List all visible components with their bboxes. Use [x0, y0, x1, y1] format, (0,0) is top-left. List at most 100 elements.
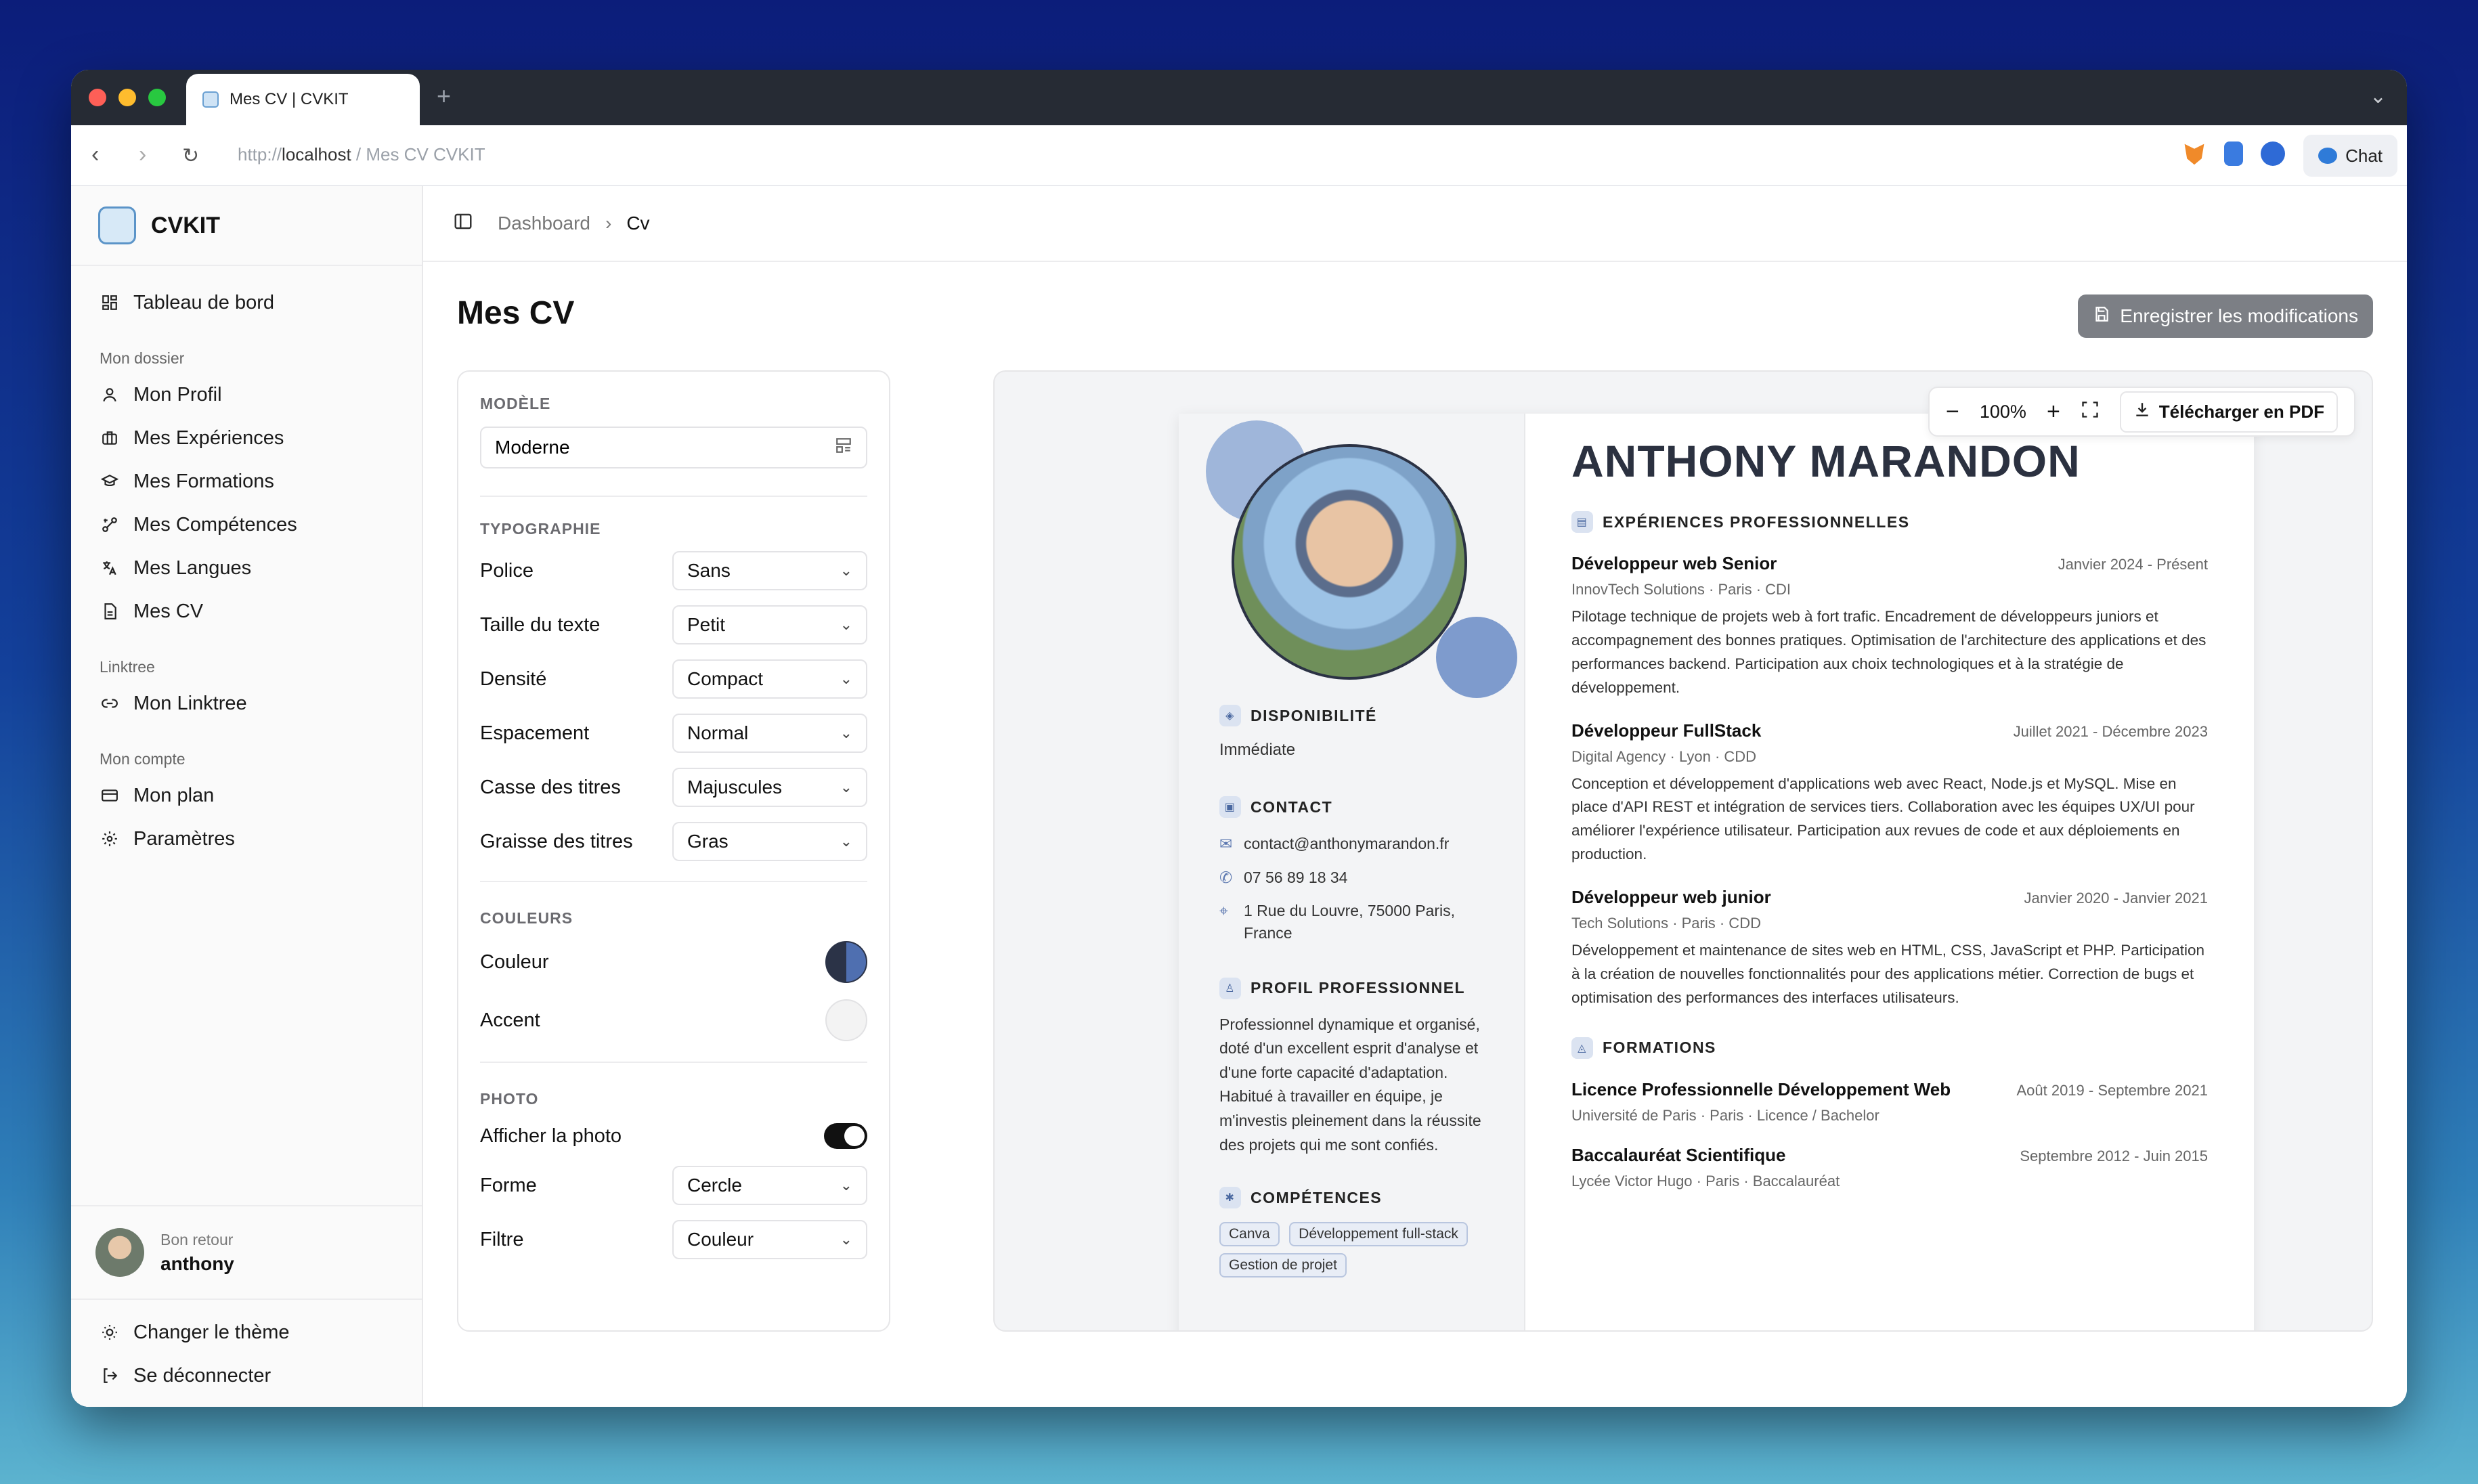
fullscreen-icon[interactable]: [2081, 400, 2100, 424]
show-photo-toggle[interactable]: [824, 1123, 867, 1149]
new-tab-icon[interactable]: +: [437, 82, 451, 110]
breadcrumb-dashboard[interactable]: Dashboard: [498, 213, 590, 234]
credit-card-icon: [100, 785, 120, 806]
sidebar-item-profile[interactable]: Mon Profil: [71, 373, 422, 416]
reload-icon[interactable]: ↻: [182, 144, 199, 168]
logout-button[interactable]: Se déconnecter: [71, 1354, 422, 1397]
shape-select[interactable]: Cercle ⌄: [672, 1166, 867, 1205]
breadcrumb-separator-icon: ›: [605, 213, 612, 234]
experience-item: Développeur FullStack Juillet 2021 - Déce…: [1571, 720, 2208, 867]
police-row: Police Sans ⌄: [458, 544, 889, 598]
heading-text: CONTACT: [1251, 798, 1333, 816]
model-select[interactable]: Moderne: [480, 427, 867, 468]
grid-icon: [100, 292, 120, 313]
density-row: Densité Compact ⌄: [458, 652, 889, 706]
section-label-compte: Mon compte: [100, 750, 186, 768]
browser-tab[interactable]: Mes CV | CVKIT: [186, 74, 420, 125]
link-icon: [100, 693, 120, 714]
cv-left-column: ◈ DISPONIBILITÉ Immédiate ▣ CONTACT ✉ conta…: [1179, 414, 1525, 1330]
experience-company: InnovTech Solutions · Paris · CDI: [1571, 581, 1791, 598]
experience-description: Conception et développement d'applicatio…: [1571, 774, 2195, 863]
graduation-cap-icon: ◬: [1571, 1036, 1593, 1059]
experience-title: Développeur FullStack: [1571, 720, 1762, 741]
typography-section-label: TYPOGRAPHIE: [480, 520, 601, 538]
police-select[interactable]: Sans ⌄: [672, 551, 867, 590]
maximize-window-button[interactable]: [148, 89, 166, 106]
close-window-button[interactable]: [89, 89, 106, 106]
address-bar: ‹ › ↻ http://localhost / Mes CV CVKIT Ch…: [71, 125, 2407, 186]
skills-icon: ✱: [1219, 1187, 1241, 1209]
show-photo-label: Afficher la photo: [480, 1125, 622, 1147]
chevron-down-icon: ⌄: [840, 779, 852, 795]
select-value: Gras: [687, 831, 729, 852]
map-pin-icon: ⌖: [1219, 901, 1228, 919]
sidebar-item-plan[interactable]: Mon plan: [71, 774, 422, 817]
sidebar-item-competences[interactable]: Mes Compétences: [71, 503, 422, 546]
text-size-select[interactable]: Petit ⌄: [672, 605, 867, 645]
title-case-select[interactable]: Majuscules ⌄: [672, 768, 867, 807]
circle-extension-icon[interactable]: [2261, 141, 2285, 166]
change-theme-button[interactable]: Changer le thème: [71, 1311, 422, 1354]
forward-icon[interactable]: ›: [139, 141, 146, 168]
select-value: Majuscules: [687, 777, 783, 798]
heading-text: FORMATIONS: [1603, 1039, 1716, 1057]
select-value: Compact: [687, 668, 764, 689]
spacing-label: Espacement: [480, 722, 590, 744]
select-value: Petit: [687, 614, 726, 635]
education-item: Licence Professionnelle Développement We…: [1571, 1079, 2208, 1125]
url-field[interactable]: http://localhost / Mes CV CVKIT: [238, 144, 485, 165]
experience-item: Développeur web Senior Janvier 2024 - Pré…: [1571, 553, 2208, 700]
sidebar-item-parametres[interactable]: Paramètres: [71, 817, 422, 860]
fox-extension-icon[interactable]: [2184, 144, 2204, 165]
sidebar-item-langues[interactable]: Mes Langues: [71, 546, 422, 590]
primary-color-swatch[interactable]: [825, 941, 867, 983]
accent-color-swatch[interactable]: [825, 999, 867, 1041]
save-button[interactable]: Enregistrer les modifications: [2078, 294, 2373, 338]
chat-button[interactable]: Chat: [2303, 135, 2397, 177]
sidebar-item-label: Mon Profil: [133, 383, 222, 406]
cv-preview[interactable]: − 100% + Télécharger en PDF ◈ DISPONIBIL…: [993, 370, 2373, 1332]
minimize-window-button[interactable]: [118, 89, 136, 106]
save-icon: [2093, 305, 2110, 328]
download-pdf-button[interactable]: Télécharger en PDF: [2119, 391, 2338, 433]
title-weight-select[interactable]: Gras ⌄: [672, 822, 867, 861]
avatar: [95, 1228, 144, 1277]
model-section-label: MODÈLE: [480, 395, 551, 412]
shape-label: Forme: [480, 1174, 537, 1196]
user-card[interactable]: Bon retour anthony: [71, 1205, 422, 1300]
page-title: Mes CV: [457, 295, 575, 331]
sidebar-item-label: Mes Compétences: [133, 513, 297, 536]
title-case-label: Casse des titres: [480, 776, 621, 798]
cv-left-sections: ◈ DISPONIBILITÉ Immédiate ▣ CONTACT ✉ conta…: [1219, 705, 1497, 1284]
download-pdf-label: Télécharger en PDF: [2158, 401, 2324, 422]
contact-email: ✉ contact@anthonymarandon.fr: [1219, 833, 1497, 855]
zoom-in-icon[interactable]: +: [2047, 399, 2060, 425]
chevron-down-icon: ⌄: [840, 1177, 852, 1194]
contact-phone: ✆ 07 56 89 18 34: [1219, 867, 1497, 889]
tablet-extension-icon[interactable]: [2224, 141, 2243, 166]
briefcase-icon: [100, 428, 120, 448]
back-icon[interactable]: ‹: [91, 141, 99, 168]
filter-label: Filtre: [480, 1228, 524, 1250]
main-content: Dashboard › Cv Mes CV Enregistrer les mo…: [423, 186, 2407, 1407]
download-icon: [2133, 401, 2151, 423]
cv-page: ◈ DISPONIBILITÉ Immédiate ▣ CONTACT ✉ conta…: [1179, 414, 2254, 1330]
sidebar-item-experiences[interactable]: Mes Expériences: [71, 416, 422, 460]
shape-row: Forme Cercle ⌄: [458, 1158, 889, 1213]
sidebar-item-linktree[interactable]: Mon Linktree: [71, 682, 422, 725]
sidebar-toggle-icon[interactable]: [453, 211, 473, 236]
brand[interactable]: CVKIT: [71, 186, 422, 266]
tab-list-chevron-icon[interactable]: ⌄: [2370, 85, 2387, 108]
browser-window: Mes CV | CVKIT + ⌄ ‹ › ↻ http://localhos…: [71, 70, 2407, 1407]
sidebar-item-mes-cv[interactable]: Mes CV: [71, 590, 422, 633]
density-select[interactable]: Compact ⌄: [672, 659, 867, 699]
sidebar-item-dashboard[interactable]: Tableau de bord: [71, 281, 422, 324]
zoom-out-icon[interactable]: −: [1946, 399, 1959, 425]
graduation-cap-icon: [100, 471, 120, 492]
education-title: Baccalauréat Scientifique: [1571, 1144, 1786, 1165]
sidebar-item-formations[interactable]: Mes Formations: [71, 460, 422, 503]
filter-select[interactable]: Couleur ⌄: [672, 1220, 867, 1259]
spacing-select[interactable]: Normal ⌄: [672, 714, 867, 753]
sidebar-item-label: Mes Expériences: [133, 427, 284, 449]
heading-text: DISPONIBILITÉ: [1251, 706, 1377, 724]
